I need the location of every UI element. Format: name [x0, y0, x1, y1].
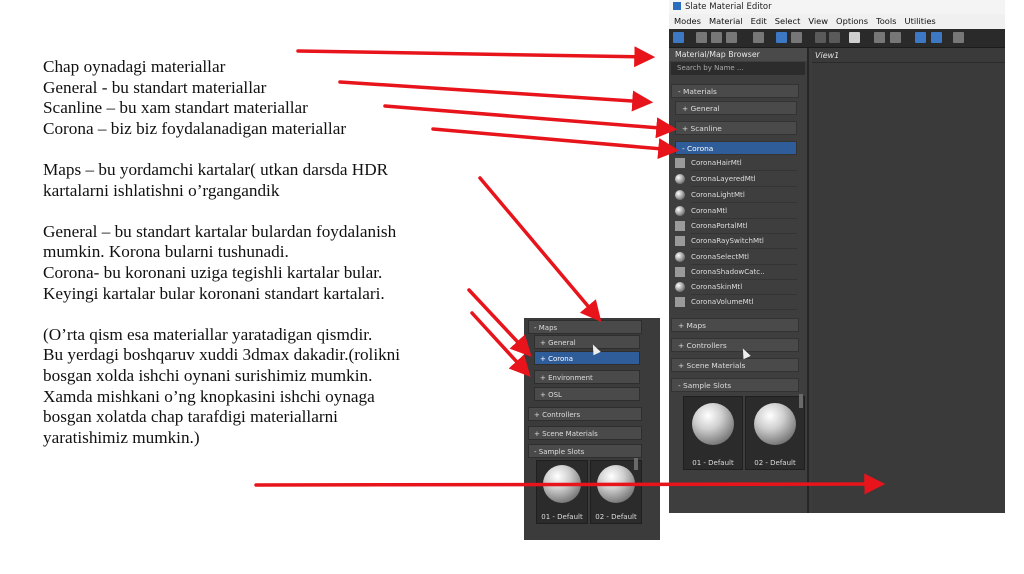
annotation-arrows: [254, 46, 886, 495]
arrow-to-corona: [431, 127, 680, 160]
arrow-to-general: [338, 80, 654, 112]
arrow-to-browser: [296, 46, 656, 68]
arrow-to-scanline: [383, 104, 678, 139]
arrow-to-view-area: [254, 473, 886, 495]
arrow-to-maps: [478, 176, 602, 323]
